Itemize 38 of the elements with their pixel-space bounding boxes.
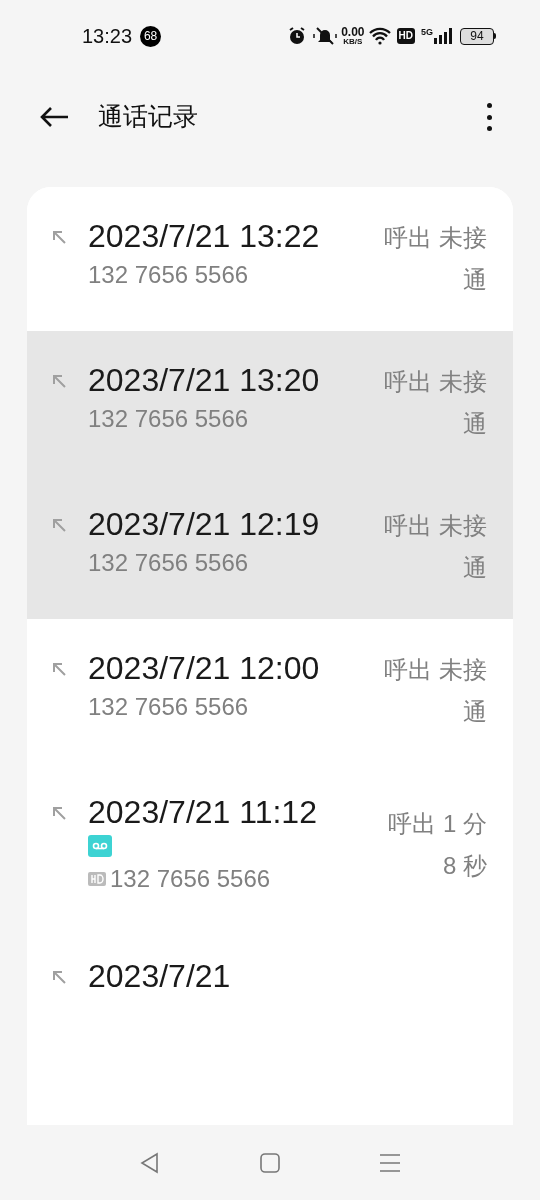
call-datetime: 2023/7/21 11:12 [88,793,318,831]
wifi-icon [368,27,391,45]
outgoing-call-icon [51,229,67,245]
net-unit: KB/S [343,38,363,46]
call-status: 呼出 未接通 [383,223,487,295]
phone-number: 132 7656 5566 [88,404,249,434]
page-title: 通话记录 [98,101,198,133]
phone-number: 132 7656 5566 [88,692,249,722]
call-datetime: 2023/7/21 [88,957,232,995]
network-type: 5G [421,28,433,37]
signal-icon [434,28,452,44]
phone-number: 132 7656 5566 [88,260,249,290]
call-log-row[interactable]: 2023/7/21 13:20 132 7656 5566 呼出 未接通 [27,331,513,475]
call-datetime: 2023/7/21 13:20 [88,361,321,399]
call-datetime: 2023/7/21 13:22 [88,217,321,255]
home-nav-icon[interactable] [259,1151,281,1174]
back-nav-icon[interactable] [139,1151,161,1174]
call-status: 呼出 未接通 [383,367,487,439]
battery-level: 94 [460,27,494,45]
hd-badge: HD [396,28,415,44]
outgoing-call-icon [51,805,67,821]
phone-number: 132 7656 5566 [88,548,249,578]
outgoing-call-icon [51,373,67,389]
call-status: 呼出 1 分 8 秒 [387,809,487,881]
call-datetime: 2023/7/21 12:00 [88,649,321,687]
mute-icon [313,26,338,46]
call-status: 呼出 未接通 [383,655,487,727]
clock: 13:23 [82,24,133,49]
call-log-row[interactable]: 2023/7/21 12:19 132 7656 5566 呼出 未接通 [27,475,513,619]
outgoing-call-icon [51,517,67,533]
call-datetime: 2023/7/21 12:19 [88,505,321,543]
outgoing-call-icon [51,969,67,985]
call-status: 呼出 未接通 [383,511,487,583]
outgoing-call-icon [51,661,67,677]
net-speed: 0.00 [341,26,365,38]
phone-number: 132 7656 5566 [110,864,271,894]
notification-badge: 68 [140,25,162,47]
menu-nav-icon[interactable] [379,1151,401,1174]
